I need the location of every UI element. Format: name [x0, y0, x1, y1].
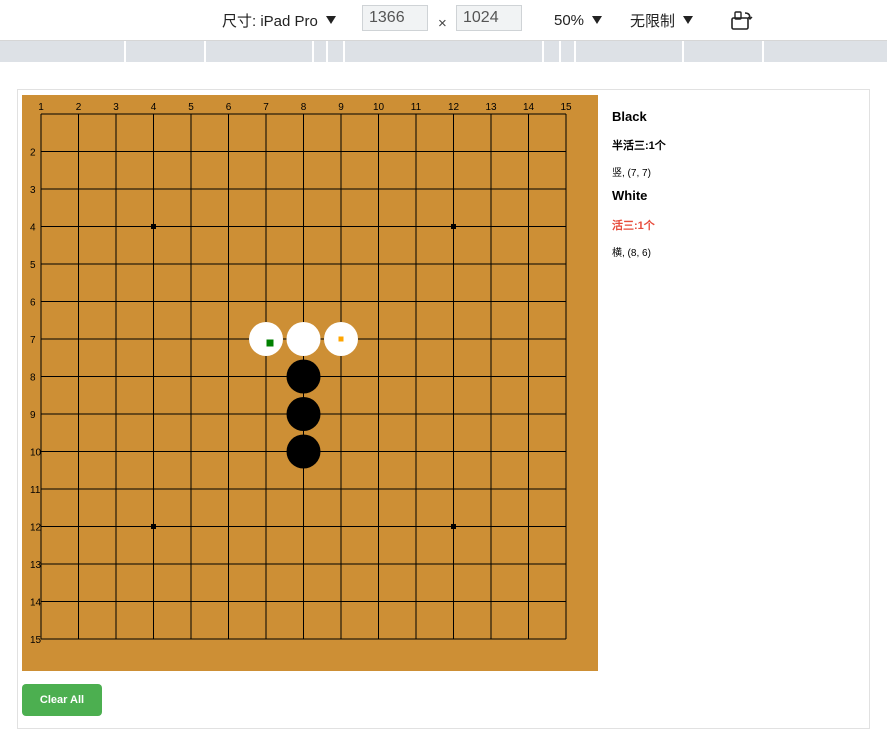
column-label: 14 [523, 102, 535, 113]
column-label: 6 [226, 102, 232, 113]
star-point [151, 224, 156, 229]
black-detail: 竖, (7, 7) [612, 168, 651, 179]
row-label: 11 [30, 485, 41, 496]
row-label: 8 [30, 373, 36, 384]
column-label: 2 [76, 102, 82, 113]
rotate-icon[interactable] [730, 9, 754, 31]
column-label: 3 [113, 102, 119, 113]
star-point [151, 524, 156, 529]
column-label: 13 [485, 102, 497, 113]
zoom-select[interactable]: 50% [554, 0, 603, 40]
row-label: 15 [30, 635, 42, 646]
column-label: 9 [338, 102, 344, 113]
black-status: 半活三:1个 [612, 140, 666, 152]
white-stone[interactable] [249, 322, 283, 356]
row-label: 12 [30, 523, 42, 534]
height-input[interactable]: 1024 [456, 5, 522, 31]
media-query-bar[interactable] [0, 41, 887, 62]
ruler-divider [682, 41, 684, 62]
ruler-divider [559, 41, 561, 62]
column-label: 7 [263, 102, 269, 113]
ruler-divider [542, 41, 544, 62]
ruler-divider [343, 41, 345, 62]
chevron-down-icon [683, 16, 694, 24]
row-label: 2 [30, 148, 36, 159]
chevron-down-icon [325, 16, 336, 24]
row-label: 6 [30, 298, 36, 309]
last-move-marker [266, 339, 274, 347]
column-label: 1 [38, 102, 44, 113]
device-select-label: 尺寸: iPad Pro [222, 12, 318, 30]
black-stone[interactable] [286, 434, 321, 469]
row-label: 10 [30, 448, 42, 459]
board-canvas[interactable]: 1 2 3 4 5 6 7 8 9 10 11 12 13 14 152345678910111213141… [22, 95, 598, 671]
black-stone[interactable] [286, 359, 321, 394]
column-label: 12 [448, 102, 460, 113]
ruler-divider [326, 41, 328, 62]
black-title: Black [612, 109, 647, 124]
column-label: 15 [560, 102, 572, 113]
white-title: White [612, 188, 648, 203]
row-label: 9 [30, 410, 36, 421]
column-label: 10 [373, 102, 385, 113]
row-label: 13 [30, 560, 42, 571]
row-label: 3 [30, 185, 36, 196]
width-input[interactable]: 1366 [362, 5, 428, 31]
row-label: 5 [30, 260, 36, 271]
white-stone[interactable] [286, 322, 321, 356]
device-select[interactable]: 尺寸: iPad Pro [222, 0, 336, 40]
black-stone[interactable] [286, 397, 321, 431]
chevron-down-icon [592, 16, 603, 24]
ruler-divider [574, 41, 576, 62]
white-status: 活三:1个 [612, 220, 655, 232]
ruler-divider [204, 41, 206, 62]
throttle-label: 无限制 [630, 12, 676, 30]
star-point [451, 524, 456, 529]
column-label: 5 [188, 102, 194, 113]
gomoku-board[interactable]: 1 2 3 4 5 6 7 8 9 10 11 12 13 14 15 2 3 4 5 6 7 8 9 10 11 12 13 14 1… [22, 95, 598, 671]
column-label: 8 [301, 102, 307, 113]
clear-all-button[interactable]: Clear All [22, 684, 102, 716]
throttle-select[interactable]: 无限制 [630, 0, 694, 40]
ruler-divider [312, 41, 314, 62]
row-label: 7 [30, 335, 36, 346]
zoom-label: 50% [554, 11, 585, 29]
column-label: 4 [151, 102, 157, 113]
device-toolbar: 尺寸: iPad Pro 1366 × 1024 50% 无限制 [0, 0, 887, 41]
star-point [451, 224, 456, 229]
white-detail: 横, (8, 6) [612, 248, 651, 259]
row-label: 4 [30, 223, 36, 234]
column-label: 11 [411, 102, 422, 113]
ruler-divider [762, 41, 764, 62]
threat-marker [338, 336, 344, 342]
ruler-divider [124, 41, 126, 62]
times-symbol: × [438, 15, 447, 32]
row-label: 14 [30, 598, 42, 609]
